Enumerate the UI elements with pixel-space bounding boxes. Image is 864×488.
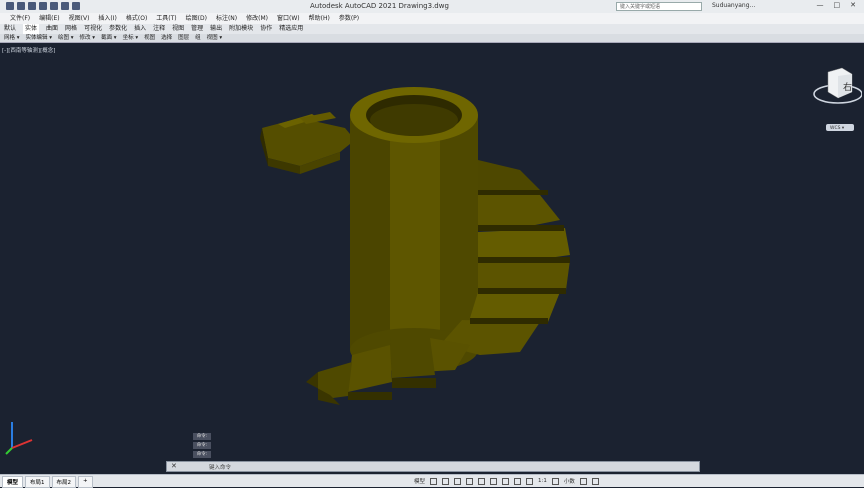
tab-insert[interactable]: 插入 — [134, 24, 146, 34]
panel-draw[interactable]: 绘图 ▾ — [58, 34, 74, 42]
panel-modify[interactable]: 修改 ▾ — [80, 34, 96, 42]
tab-surface[interactable]: 曲面 — [46, 24, 58, 34]
save-icon[interactable] — [28, 2, 36, 10]
menu-file[interactable]: 文件(F) — [10, 13, 30, 24]
osnap-icon[interactable] — [478, 477, 486, 485]
ucs-icon — [5, 422, 33, 455]
add-layout-button[interactable]: + — [78, 476, 93, 488]
wcs-menu[interactable]: WCS ▾ — [830, 125, 845, 131]
menu-window[interactable]: 窗口(W) — [277, 13, 300, 24]
ortho-icon[interactable] — [454, 477, 462, 485]
new-file-icon[interactable] — [6, 2, 14, 10]
menu-parametric[interactable]: 参数(P) — [339, 13, 359, 24]
tab-parametric[interactable]: 参数化 — [109, 24, 127, 34]
tab-layout1[interactable]: 布局1 — [25, 476, 50, 488]
viewcube[interactable]: 右 WCS ▾ — [808, 62, 863, 132]
command-input[interactable]: 键入命令 — [209, 463, 231, 471]
menu-draw[interactable]: 绘图(D) — [186, 13, 207, 24]
undo-icon[interactable] — [61, 2, 69, 10]
tab-manage[interactable]: 管理 — [191, 24, 203, 34]
polar-icon[interactable] — [466, 477, 474, 485]
title-bar: Autodesk AutoCAD 2021 Drawing3.dwg 键入关键字… — [0, 0, 864, 14]
model-space-toggle[interactable]: 模型 — [414, 477, 425, 485]
layout-tabs: 模型 布局1 布局2 + — [2, 476, 93, 488]
command-history-line: 命令: — [193, 442, 211, 449]
grid-icon[interactable] — [430, 477, 438, 485]
tab-layout2[interactable]: 布局2 — [51, 476, 77, 488]
menu-edit[interactable]: 编辑(E) — [39, 13, 59, 24]
ribbon-tabs: 默认 实体 曲面 网格 可视化 参数化 插入 注释 视图 管理 输出 附加模块 … — [0, 24, 864, 34]
model-viewport[interactable] — [0, 44, 864, 460]
selection-cycling-icon[interactable] — [514, 477, 522, 485]
viewcube-icon[interactable]: 右 WCS ▾ — [808, 62, 863, 132]
viewcube-face-label: 右 — [843, 81, 852, 93]
maximize-button[interactable]: □ — [834, 1, 841, 9]
units-display[interactable]: 小数 — [564, 477, 575, 485]
menu-modify[interactable]: 修改(M) — [246, 13, 268, 24]
tab-visualize[interactable]: 可视化 — [84, 24, 102, 34]
panel-selection[interactable]: 选择 — [161, 34, 172, 42]
menu-bar: 文件(F) 编辑(E) 视图(V) 插入(I) 格式(O) 工具(T) 绘图(D… — [0, 13, 864, 24]
customize-icon[interactable] — [591, 477, 599, 485]
fullscreen-icon[interactable] — [579, 477, 587, 485]
tab-output[interactable]: 输出 — [210, 24, 222, 34]
panel-layers[interactable]: 图层 — [178, 34, 189, 42]
quick-access-toolbar — [6, 2, 80, 10]
upper-steps — [260, 112, 355, 174]
gear-icon[interactable] — [551, 477, 559, 485]
lower-steps — [306, 338, 470, 405]
user-account[interactable]: Suduanyang... — [712, 2, 755, 9]
tab-solid[interactable]: 实体 — [23, 24, 40, 34]
command-line[interactable]: ✕ 键入命令 — [166, 461, 700, 472]
command-history-line: 命令: — [193, 451, 211, 458]
tab-view[interactable]: 视图 — [172, 24, 184, 34]
panel-coordinates[interactable]: 坐标 ▾ — [123, 34, 139, 42]
lineweight-icon[interactable] — [490, 477, 498, 485]
menu-insert[interactable]: 插入(I) — [98, 13, 116, 24]
snap-icon[interactable] — [442, 477, 450, 485]
close-icon[interactable]: ✕ — [171, 462, 177, 470]
tab-collaborate[interactable]: 协作 — [260, 24, 272, 34]
save-as-icon[interactable] — [39, 2, 47, 10]
panel-view[interactable]: 视图 — [144, 34, 155, 42]
search-input[interactable]: 键入关键字或短语 — [616, 2, 702, 11]
command-history-line: 命令: — [193, 433, 211, 440]
window-title: Autodesk AutoCAD 2021 Drawing3.dwg — [310, 2, 449, 10]
panel-solid-edit[interactable]: 实体编辑 ▾ — [26, 34, 53, 42]
close-button[interactable]: ✕ — [850, 1, 856, 9]
tab-addins[interactable]: 附加模块 — [229, 24, 253, 34]
menu-tools[interactable]: 工具(T) — [156, 13, 176, 24]
status-tools: 模型 1:1 小数 — [414, 477, 599, 485]
menu-dimension[interactable]: 标注(N) — [216, 13, 237, 24]
minimize-button[interactable]: — — [817, 1, 824, 9]
open-file-icon[interactable] — [17, 2, 25, 10]
menu-view[interactable]: 视图(V) — [69, 13, 90, 24]
transparency-icon[interactable] — [502, 477, 510, 485]
panel-mesh[interactable]: 网格 ▾ — [4, 34, 20, 42]
annotation-icon[interactable] — [526, 477, 534, 485]
panel-groups[interactable]: 组 — [195, 34, 201, 42]
panel-view-2[interactable]: 视图 ▾ — [207, 34, 223, 42]
tab-annotate[interactable]: 注释 — [153, 24, 165, 34]
menu-help[interactable]: 帮助(H) — [309, 13, 330, 24]
panel-section[interactable]: 截面 ▾ — [101, 34, 117, 42]
menu-format[interactable]: 格式(O) — [126, 13, 147, 24]
ribbon-panels: 网格 ▾ 实体编辑 ▾ 绘图 ▾ 修改 ▾ 截面 ▾ 坐标 ▾ 视图 选择 图层… — [0, 34, 864, 43]
tab-default[interactable]: 默认 — [4, 24, 16, 34]
tab-featured-apps[interactable]: 精选应用 — [279, 24, 303, 34]
plot-icon[interactable] — [50, 2, 58, 10]
annotation-scale[interactable]: 1:1 — [538, 478, 547, 484]
command-history: 命令: 命令: 命令: — [193, 433, 211, 458]
status-bar: 模型 布局1 布局2 + 模型 1:1 小数 — [0, 474, 864, 488]
tab-model[interactable]: 模型 — [2, 476, 24, 488]
tab-mesh[interactable]: 网格 — [65, 24, 77, 34]
redo-icon[interactable] — [72, 2, 80, 10]
